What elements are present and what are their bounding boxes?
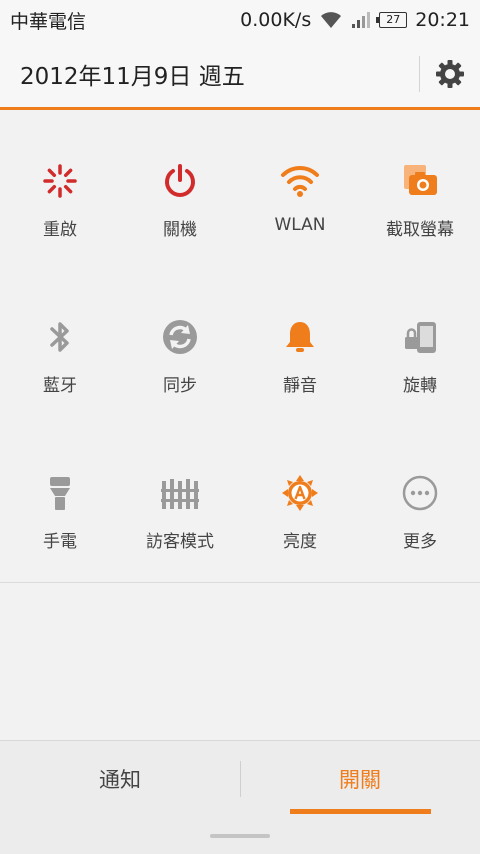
toggle-sync[interactable]: 同步: [120, 269, 240, 425]
toggle-restart[interactable]: 重啟: [0, 113, 120, 269]
bell-icon: [280, 317, 320, 357]
toggle-label: 關機: [163, 220, 197, 240]
status-indicators: 0.00K/s 27 20:21: [240, 9, 470, 31]
battery-icon: 27: [376, 12, 408, 28]
status-bar: 中華電信 0.00K/s 27 20:21: [0, 0, 480, 40]
bottom-tab-bar: 通知 開關: [0, 740, 480, 854]
toggle-label: 重啟: [43, 220, 77, 240]
brightness-auto-icon: [280, 473, 320, 513]
settings-button[interactable]: [420, 39, 480, 109]
carrier-name: 中華電信: [10, 10, 87, 33]
wifi-icon: [280, 161, 320, 201]
tab-toggles[interactable]: 開關: [240, 741, 480, 817]
toggle-label: 亮度: [283, 532, 317, 552]
restart-icon: [40, 161, 80, 201]
active-tab-indicator: [290, 809, 431, 814]
bluetooth-icon: [40, 317, 80, 357]
date-header: 2012年11月9日 週五: [0, 40, 480, 110]
toggle-label: 更多: [403, 532, 437, 552]
toggle-label: 截取螢幕: [386, 220, 454, 240]
date-label: 2012年11月9日 週五: [20, 63, 245, 90]
toggle-rotation[interactable]: 旋轉: [360, 269, 480, 425]
flashlight-icon: [40, 473, 80, 513]
network-speed: 0.00K/s: [240, 9, 312, 31]
toggle-label: 同步: [163, 376, 197, 396]
clock: 20:21: [415, 9, 470, 31]
gear-icon: [436, 59, 464, 88]
toggle-label: WLAN: [274, 215, 326, 235]
drag-handle[interactable]: [210, 834, 270, 838]
toggle-guest-mode[interactable]: 訪客模式: [120, 425, 240, 581]
guest-mode-icon: [160, 473, 200, 513]
toggle-label: 靜音: [283, 376, 317, 396]
toggle-bluetooth[interactable]: 藍牙: [0, 269, 120, 425]
wifi-signal-icon: [319, 11, 343, 29]
toggle-label: 訪客模式: [146, 532, 214, 552]
toggle-screenshot[interactable]: 截取螢幕: [360, 113, 480, 269]
more-icon: [400, 473, 440, 513]
tab-notifications[interactable]: 通知: [0, 741, 240, 817]
toggle-flashlight[interactable]: 手電: [0, 425, 120, 581]
toggle-label: 旋轉: [403, 376, 437, 396]
toggle-label: 手電: [43, 532, 77, 552]
rotation-lock-icon: [400, 317, 440, 357]
toggle-wlan[interactable]: WLAN: [240, 113, 360, 269]
toggles-panel: 重啟 關機 WLAN 截取螢幕 藍牙 同步 靜音 旋轉 手電 訪客模式 亮度 更…: [0, 113, 480, 583]
toggle-power-off[interactable]: 關機: [120, 113, 240, 269]
toggle-grid: 重啟 關機 WLAN 截取螢幕 藍牙 同步 靜音 旋轉 手電 訪客模式 亮度 更…: [0, 113, 480, 581]
sync-icon: [160, 317, 200, 357]
toggle-label: 藍牙: [43, 376, 77, 396]
screenshot-icon: [400, 161, 440, 201]
cell-signal-icon: [351, 11, 371, 29]
toggle-more[interactable]: 更多: [360, 425, 480, 581]
power-icon: [160, 161, 200, 201]
toggle-silent[interactable]: 靜音: [240, 269, 360, 425]
toggle-brightness[interactable]: 亮度: [240, 425, 360, 581]
